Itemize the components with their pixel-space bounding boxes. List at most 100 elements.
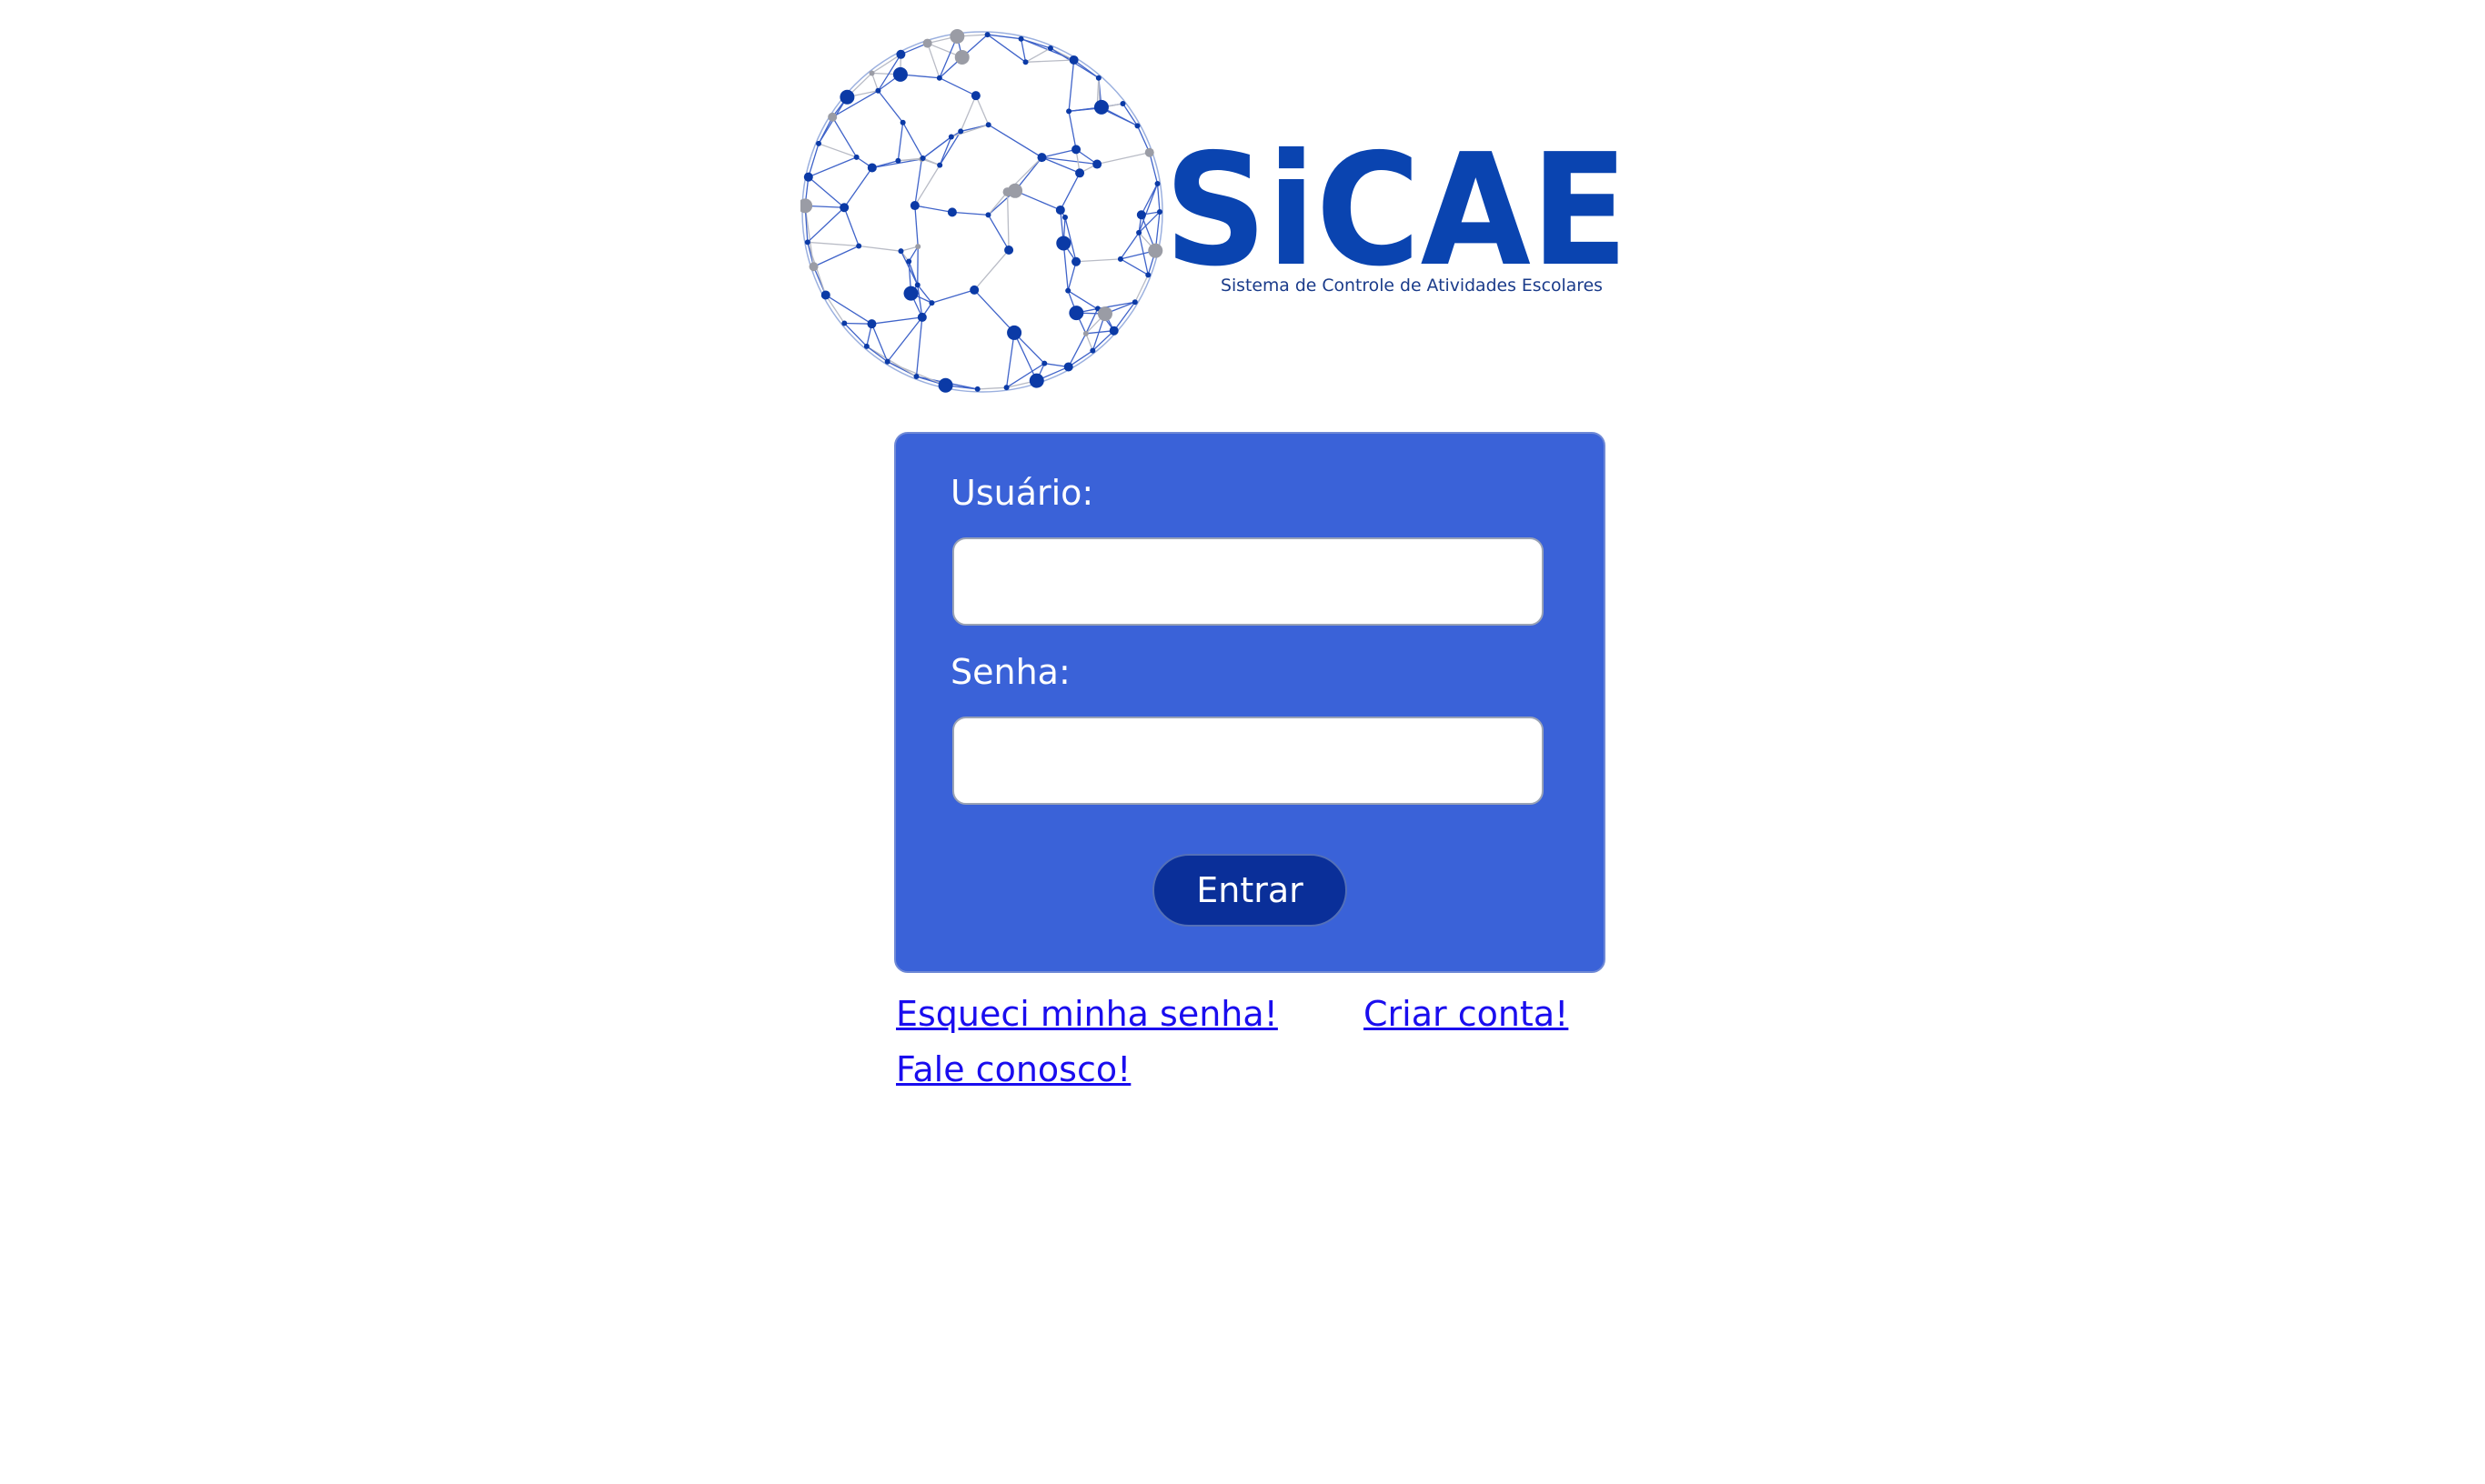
globe-node bbox=[841, 320, 848, 326]
globe-link bbox=[922, 157, 941, 166]
globe-link bbox=[915, 316, 923, 377]
globe-link bbox=[1097, 152, 1150, 165]
globe-node bbox=[1071, 145, 1082, 155]
globe-node bbox=[970, 285, 980, 295]
globe-link bbox=[871, 316, 922, 325]
globe-link bbox=[887, 316, 923, 363]
globe-link bbox=[902, 122, 924, 159]
globe-node bbox=[1097, 306, 1112, 322]
globe-node bbox=[1095, 75, 1102, 81]
globe-node bbox=[954, 49, 970, 65]
globe-node bbox=[1041, 360, 1048, 366]
globe-link bbox=[914, 205, 953, 214]
globe-node bbox=[971, 91, 981, 101]
globe-link bbox=[1060, 172, 1081, 211]
globe-node bbox=[910, 201, 920, 211]
globe-link bbox=[859, 245, 901, 252]
globe-node bbox=[984, 32, 991, 38]
globe-node bbox=[820, 290, 830, 300]
globe-node bbox=[1071, 256, 1082, 266]
globe-link bbox=[897, 122, 904, 161]
globe-node bbox=[1090, 347, 1096, 354]
logo-wordmark: SiCAE bbox=[1164, 121, 1628, 301]
globe-node bbox=[958, 128, 964, 135]
globe-node bbox=[1029, 373, 1044, 388]
globe-node bbox=[1075, 168, 1085, 178]
globe-link bbox=[951, 124, 989, 138]
globe-link bbox=[1120, 258, 1149, 276]
globe-link bbox=[914, 165, 941, 206]
globe-node bbox=[1154, 181, 1161, 187]
globe-node bbox=[917, 312, 927, 322]
globe-node bbox=[1157, 209, 1162, 216]
globe-node bbox=[867, 319, 877, 329]
globe-node bbox=[1065, 287, 1071, 294]
globe-node bbox=[1004, 245, 1014, 255]
globe-node bbox=[898, 248, 904, 255]
globe-link bbox=[808, 156, 857, 178]
globe-link bbox=[1068, 59, 1075, 112]
login-button[interactable]: Entrar bbox=[1152, 854, 1347, 927]
globe-link bbox=[804, 206, 815, 267]
globe-node bbox=[937, 162, 943, 168]
globe-node bbox=[896, 49, 906, 59]
globe-link bbox=[813, 245, 860, 267]
globe-node bbox=[938, 377, 953, 393]
globe-node bbox=[913, 374, 920, 380]
globe-node bbox=[816, 140, 822, 146]
globe-node bbox=[853, 154, 860, 160]
contact-us-link[interactable]: Fale conosco! bbox=[896, 1052, 1131, 1087]
globe-node bbox=[828, 112, 838, 122]
globe-link bbox=[843, 323, 868, 347]
create-account-link[interactable]: Criar conta! bbox=[1363, 997, 1568, 1031]
globe-node bbox=[1047, 45, 1053, 51]
logo-tagline: Sistema de Controle de Atividades Escola… bbox=[1221, 276, 1603, 296]
forgot-password-link[interactable]: Esqueci minha senha! bbox=[896, 997, 1278, 1031]
globe-node bbox=[922, 38, 932, 48]
globe-node bbox=[900, 119, 906, 125]
globe-link bbox=[843, 167, 873, 208]
globe-node bbox=[1148, 243, 1163, 258]
globe-node bbox=[895, 157, 901, 164]
globe-link bbox=[939, 77, 977, 96]
globe-link bbox=[825, 294, 872, 325]
globe-node bbox=[1066, 108, 1072, 115]
globe-link bbox=[927, 43, 941, 78]
globe-node bbox=[1092, 159, 1102, 169]
globe-node bbox=[985, 122, 991, 128]
globe-link bbox=[973, 289, 1015, 334]
login-form: Usuário: Senha: Entrar bbox=[894, 432, 1605, 973]
globe-node bbox=[906, 258, 912, 265]
globe-link bbox=[931, 289, 975, 304]
globe-link bbox=[807, 206, 845, 243]
globe-link bbox=[987, 215, 1010, 251]
globe-node bbox=[1061, 215, 1068, 221]
password-input[interactable] bbox=[952, 717, 1544, 805]
globe-link bbox=[1014, 190, 1061, 211]
globe-node bbox=[884, 358, 890, 365]
globe-link bbox=[866, 346, 917, 377]
globe-link bbox=[1041, 148, 1077, 158]
network-globe-icon bbox=[800, 28, 1163, 393]
globe-node bbox=[803, 172, 813, 182]
globe-node bbox=[1056, 236, 1071, 251]
username-input[interactable] bbox=[952, 537, 1544, 626]
globe-node bbox=[936, 75, 942, 81]
password-label: Senha: bbox=[951, 652, 1071, 692]
globe-node bbox=[903, 286, 919, 301]
globe-link bbox=[1006, 192, 1010, 250]
globe-link bbox=[1085, 333, 1093, 351]
login-page: SiCAE Sistema de Controle de Atividades … bbox=[0, 0, 2485, 1484]
globe-node bbox=[1132, 299, 1138, 306]
globe-link bbox=[975, 95, 990, 125]
globe-link bbox=[1138, 183, 1159, 234]
globe-node bbox=[950, 28, 965, 44]
globe-node bbox=[856, 243, 862, 249]
globe-link bbox=[1085, 308, 1099, 335]
globe-node bbox=[1069, 55, 1079, 65]
globe-node bbox=[1144, 147, 1154, 157]
globe-node bbox=[948, 134, 954, 140]
globe-node bbox=[1003, 385, 1010, 391]
globe-node bbox=[1002, 187, 1012, 197]
globe-node bbox=[1018, 35, 1024, 42]
